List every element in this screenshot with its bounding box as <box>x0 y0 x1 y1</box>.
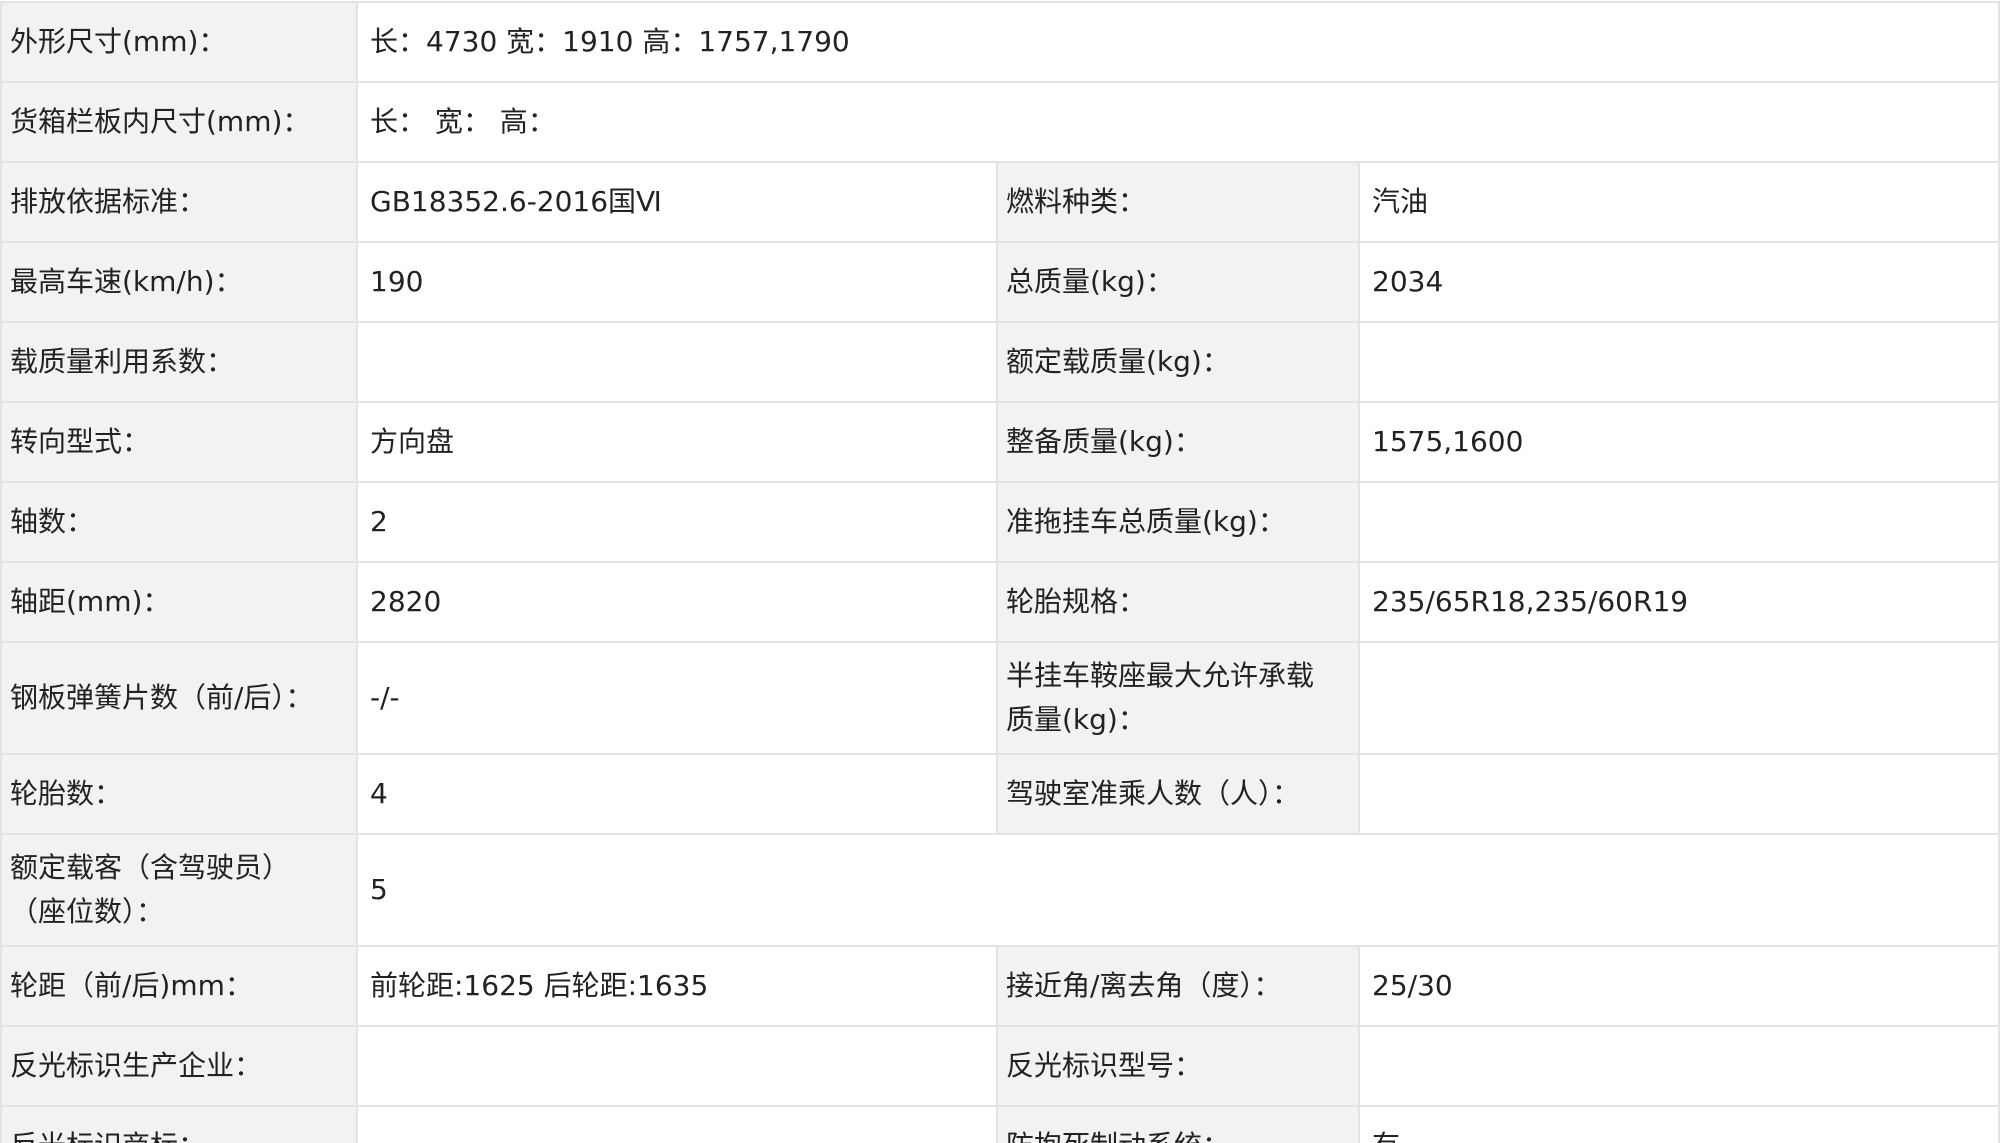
spec-value <box>1357 321 2000 403</box>
spec-value: 5 <box>355 833 2000 947</box>
spec-value <box>356 1105 998 1143</box>
spec-label: 燃料种类： <box>996 161 1360 243</box>
spec-label: 轮胎规格： <box>996 561 1360 643</box>
spec-label: 反光标识型号： <box>996 1025 1360 1107</box>
spec-label: 转向型式： <box>0 401 358 483</box>
spec-value: 汽油 <box>1357 161 2000 243</box>
spec-label: 最高车速(km/h)： <box>0 241 358 323</box>
spec-value <box>1357 641 2000 755</box>
spec-value <box>356 321 998 403</box>
spec-label: 轮距（前/后)mm： <box>0 945 358 1027</box>
table-row: 外形尺寸(mm)： 长：4730 宽：1910 高：1757,1790 <box>0 1 2000 83</box>
table-row: 载质量利用系数： 额定载质量(kg)： <box>0 321 2000 403</box>
vehicle-spec-sheet: 外形尺寸(mm)： 长：4730 宽：1910 高：1757,1790 货箱栏板… <box>0 0 2000 1143</box>
spec-value: 235/65R18,235/60R19 <box>1357 561 2000 643</box>
table-row: 轮距（前/后)mm： 前轮距:1625 后轮距:1635 接近角/离去角（度）：… <box>0 945 2000 1027</box>
spec-value: -/- <box>356 641 998 755</box>
spec-value: 长： 宽： 高： <box>355 81 2000 163</box>
table-row: 最高车速(km/h)： 190 总质量(kg)： 2034 <box>0 241 2000 323</box>
spec-label: 钢板弹簧片数（前/后）： <box>0 641 358 755</box>
spec-label: 载质量利用系数： <box>0 321 358 403</box>
spec-label: 接近角/离去角（度）： <box>996 945 1360 1027</box>
spec-label: 总质量(kg)： <box>996 241 1360 323</box>
spec-value: GB18352.6-2016国Ⅵ <box>356 161 998 243</box>
spec-label: 防抱死制动系统： <box>996 1105 1360 1143</box>
spec-label: 额定载客（含驾驶员） （座位数）： <box>0 833 358 947</box>
spec-value <box>1357 481 2000 563</box>
spec-label: 外形尺寸(mm)： <box>0 1 358 83</box>
table-row: 转向型式： 方向盘 整备质量(kg)： 1575,1600 <box>0 401 2000 483</box>
spec-value <box>1357 1025 2000 1107</box>
spec-label: 半挂车鞍座最大允许承载 质量(kg)： <box>996 641 1360 755</box>
table-row: 额定载客（含驾驶员） （座位数）： 5 <box>0 833 2000 947</box>
spec-value: 1575,1600 <box>1357 401 2000 483</box>
spec-value: 长：4730 宽：1910 高：1757,1790 <box>355 1 2000 83</box>
spec-value: 2820 <box>356 561 998 643</box>
table-row: 钢板弹簧片数（前/后）： -/- 半挂车鞍座最大允许承载 质量(kg)： <box>0 641 2000 755</box>
table-row: 反光标识商标： 防抱死制动系统： 有 <box>0 1105 2000 1143</box>
spec-label: 反光标识生产企业： <box>0 1025 358 1107</box>
spec-label-line: （座位数）： <box>10 895 165 928</box>
spec-label-line: 额定载客（含驾驶员） <box>10 851 291 884</box>
spec-value: 25/30 <box>1357 945 2000 1027</box>
spec-label: 轴数： <box>0 481 358 563</box>
spec-value: 有 <box>1357 1105 2000 1143</box>
spec-label: 排放依据标准： <box>0 161 358 243</box>
spec-value: 4 <box>356 753 998 835</box>
spec-label: 整备质量(kg)： <box>996 401 1360 483</box>
spec-label-line: 质量(kg)： <box>1006 703 1146 736</box>
table-row: 货箱栏板内尺寸(mm)： 长： 宽： 高： <box>0 81 2000 163</box>
spec-label: 货箱栏板内尺寸(mm)： <box>0 81 358 163</box>
spec-label: 准拖挂车总质量(kg)： <box>996 481 1360 563</box>
spec-value <box>1357 753 2000 835</box>
table-row: 轮胎数： 4 驾驶室准乘人数（人）： <box>0 753 2000 835</box>
table-row: 轴距(mm)： 2820 轮胎规格： 235/65R18,235/60R19 <box>0 561 2000 643</box>
spec-label: 额定载质量(kg)： <box>996 321 1360 403</box>
spec-value <box>356 1025 998 1107</box>
table-row: 排放依据标准： GB18352.6-2016国Ⅵ 燃料种类： 汽油 <box>0 161 2000 243</box>
spec-label: 轴距(mm)： <box>0 561 358 643</box>
spec-label-line: 半挂车鞍座最大允许承载 <box>1006 659 1315 692</box>
spec-table: 外形尺寸(mm)： 长：4730 宽：1910 高：1757,1790 货箱栏板… <box>0 1 2000 1143</box>
spec-value: 方向盘 <box>356 401 998 483</box>
spec-label: 轮胎数： <box>0 753 358 835</box>
spec-label: 驾驶室准乘人数（人）： <box>996 753 1360 835</box>
table-row: 反光标识生产企业： 反光标识型号： <box>0 1025 2000 1107</box>
spec-value: 190 <box>356 241 998 323</box>
spec-value: 2 <box>356 481 998 563</box>
spec-value: 前轮距:1625 后轮距:1635 <box>356 945 998 1027</box>
spec-label: 反光标识商标： <box>0 1105 358 1143</box>
spec-value: 2034 <box>1357 241 2000 323</box>
table-row: 轴数： 2 准拖挂车总质量(kg)： <box>0 481 2000 563</box>
